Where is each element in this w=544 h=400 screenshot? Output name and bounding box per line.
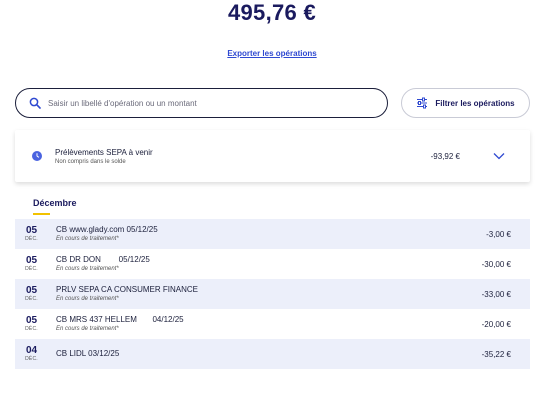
operation-amount: -35,22 € (481, 350, 511, 359)
operation-amount: -3,00 € (486, 230, 511, 239)
filter-label: Filtrer les opérations (435, 98, 515, 108)
operation-label: CB DR DON 05/12/25 (56, 255, 150, 264)
operation-amount: -33,00 € (481, 290, 511, 299)
operation-label: CB LIDL 03/12/25 (56, 349, 120, 358)
pending-title: Prélèvements SEPA à venir (55, 148, 153, 157)
operation-amount: -30,00 € (481, 260, 511, 269)
export-operations-link[interactable]: Exporter les opérations (0, 49, 544, 58)
search-bar[interactable] (15, 88, 388, 118)
pending-sepa-card[interactable]: Prélèvements SEPA à venir Non compris da… (15, 130, 530, 182)
operation-month: DÉC. (25, 266, 38, 272)
operation-row[interactable]: 04 DÉC. CB LIDL 03/12/25 -35,22 € (15, 339, 530, 369)
operation-status: En cours de traitement* (56, 296, 119, 302)
operation-date: 04 DÉC. (15, 345, 48, 363)
operation-day: 05 (25, 285, 38, 296)
operation-label: CB MRS 437 HELLEM 04/12/25 (56, 315, 184, 324)
pending-amount: -93,92 € (430, 152, 460, 161)
operation-row[interactable]: 05 DÉC. CB MRS 437 HELLEM 04/12/25 En co… (15, 309, 530, 339)
month-underline (33, 213, 50, 215)
operation-row[interactable]: 05 DÉC. CB www.glady.com 05/12/25 En cou… (15, 219, 530, 249)
operation-day: 04 (25, 345, 38, 356)
operation-row[interactable]: 05 DÉC. PRLV SEPA CA CONSUMER FINANCE En… (15, 279, 530, 309)
operation-status: En cours de traitement* (56, 236, 119, 242)
pending-subtitle: Non compris dans le solde (55, 159, 126, 165)
search-input[interactable] (48, 98, 368, 108)
operation-month: DÉC. (25, 236, 38, 242)
operation-date: 05 DÉC. (15, 315, 48, 333)
sliders-icon (417, 97, 428, 109)
operation-date: 05 DÉC. (15, 225, 48, 243)
filter-operations-button[interactable]: Filtrer les opérations (401, 88, 530, 118)
account-balance: 495,76 € (227, 0, 317, 25)
operation-row[interactable]: 05 DÉC. CB DR DON 05/12/25 En cours de t… (15, 249, 530, 279)
operation-month: DÉC. (25, 296, 38, 302)
operation-label: CB www.glady.com 05/12/25 (56, 225, 158, 234)
chevron-down-icon[interactable] (493, 152, 505, 160)
operation-amount: -20,00 € (481, 320, 511, 329)
operation-status: En cours de traitement* (56, 266, 119, 272)
month-heading: Décembre (33, 198, 77, 208)
operation-label: PRLV SEPA CA CONSUMER FINANCE (56, 285, 198, 294)
operation-status: En cours de traitement* (56, 326, 119, 332)
operation-date: 05 DÉC. (15, 285, 48, 303)
operation-day: 05 (25, 255, 38, 266)
operation-month: DÉC. (25, 356, 38, 362)
operation-day: 05 (25, 225, 38, 236)
operation-month: DÉC. (25, 326, 38, 332)
clock-icon (32, 151, 42, 161)
operation-date: 05 DÉC. (15, 255, 48, 273)
operation-day: 05 (25, 315, 38, 326)
search-icon (29, 97, 41, 109)
operations-list: 05 DÉC. CB www.glady.com 05/12/25 En cou… (15, 219, 530, 369)
